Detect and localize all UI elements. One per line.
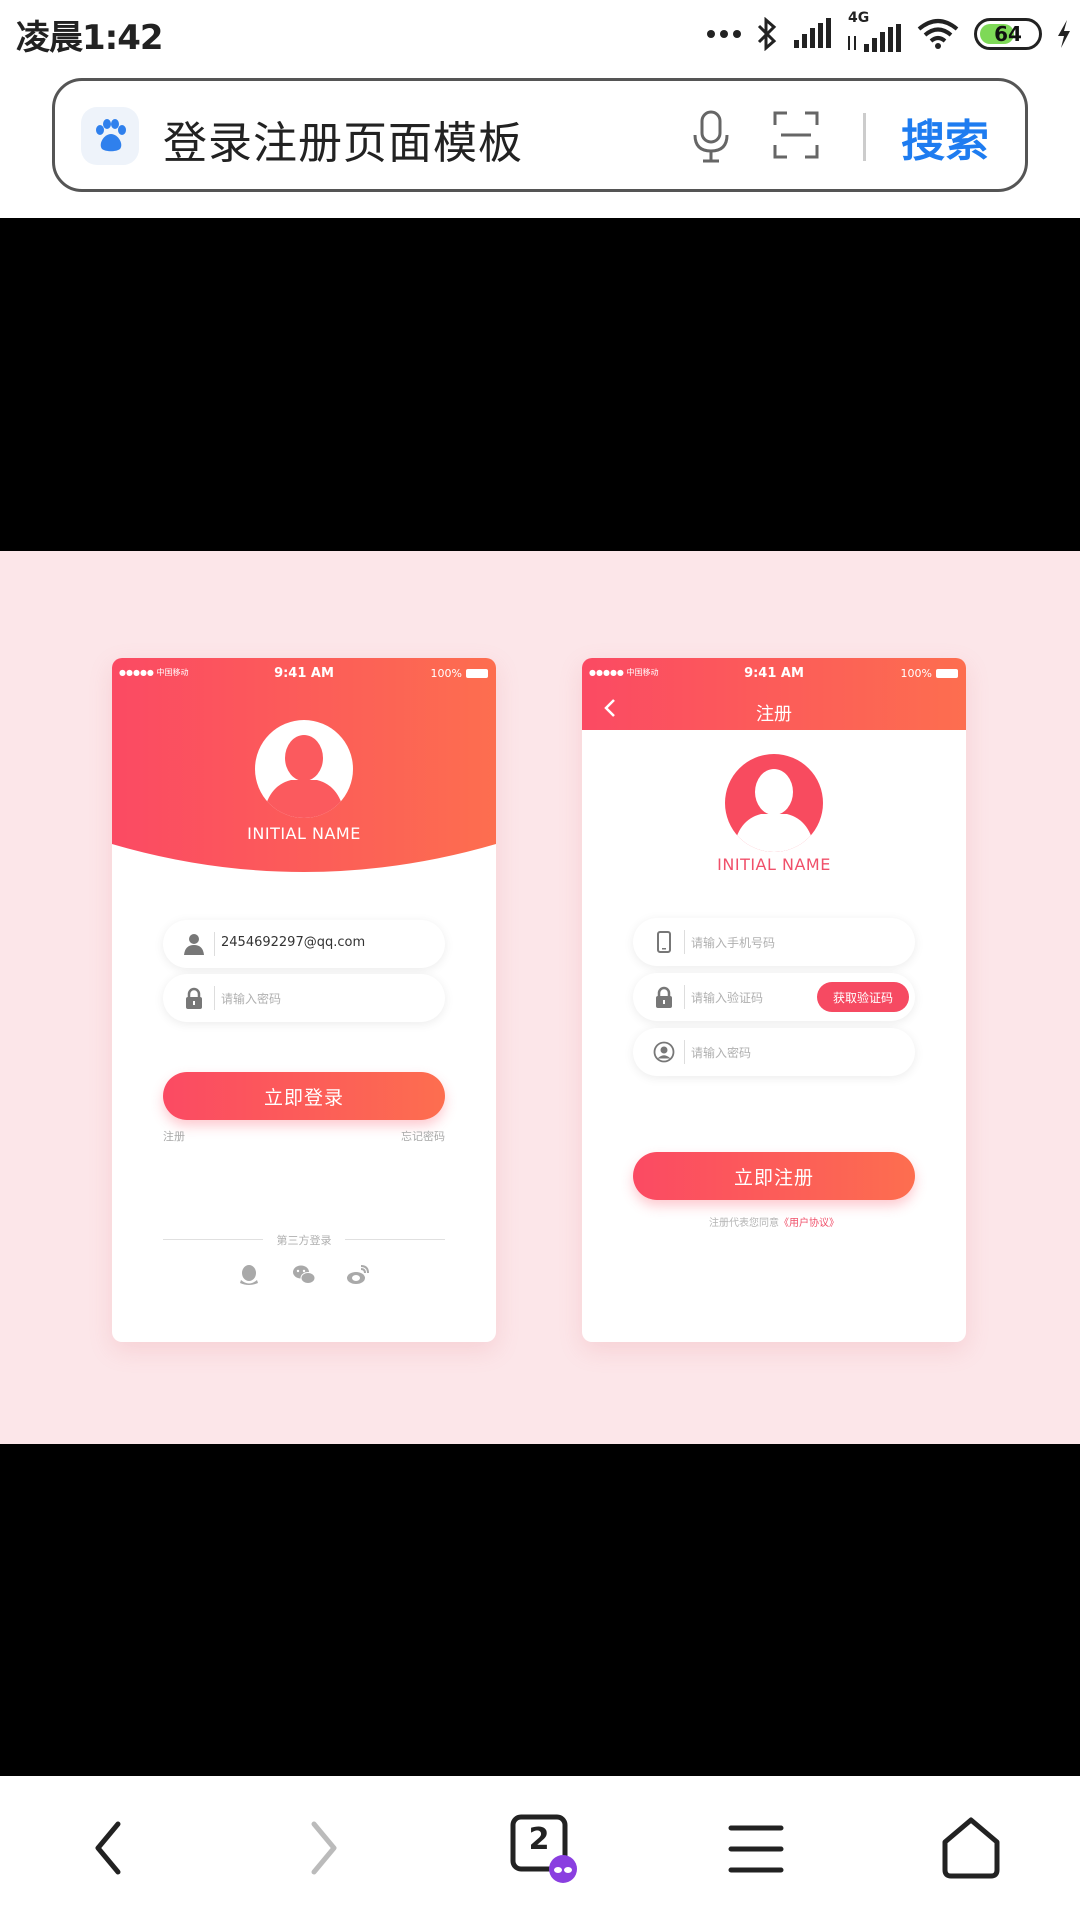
account-field[interactable]: 2454692297@qq.com <box>163 920 445 968</box>
password-field[interactable]: 请输入密码 <box>163 974 445 1022</box>
field-separator <box>214 932 215 956</box>
register-display-name: INITIAL NAME <box>717 855 831 874</box>
account-value: 2454692297@qq.com <box>221 935 366 950</box>
image-letterbox-bottom <box>0 1444 1080 1776</box>
field-separator <box>684 985 685 1009</box>
more-dots-icon <box>707 30 741 38</box>
field-separator <box>684 930 685 954</box>
back-icon[interactable] <box>92 1818 124 1878</box>
tabs-count: 2 <box>528 1822 550 1857</box>
user-agreement-link[interactable]: 《用户协议》 <box>779 1218 839 1229</box>
register-password-field[interactable]: 请输入密码 <box>633 1028 915 1076</box>
home-icon[interactable] <box>940 1816 1002 1880</box>
login-mockup: ●●●●● 中国移动 9:41 AM 100% INITIAL NAME 245… <box>112 658 496 1342</box>
register-link[interactable]: 注册 <box>163 1128 185 1144</box>
qq-icon[interactable] <box>237 1263 261 1287</box>
mock-status-bar: ●●●●● 中国移动 9:41 AM 100% <box>112 658 496 688</box>
phone-placeholder: 请输入手机号码 <box>691 936 776 950</box>
search-bar[interactable]: 登录注册页面模板 搜索 <box>52 78 1028 192</box>
get-code-button[interactable]: 获取验证码 <box>817 982 909 1012</box>
avatar-icon <box>725 754 823 852</box>
user-circle-icon <box>653 1041 675 1063</box>
code-placeholder: 请输入验证码 <box>691 991 764 1005</box>
agreement-text: 注册代表您同意《用户协议》 <box>582 1214 966 1229</box>
mock-battery-icon <box>466 669 488 678</box>
search-query[interactable]: 登录注册页面模板 <box>163 107 523 171</box>
register-mockup: ●●●●● 中国移动 9:41 AM 100% 注册 INITIAL NAME … <box>582 658 966 1342</box>
register-button[interactable]: 立即注册 <box>633 1152 915 1200</box>
forward-icon[interactable] <box>308 1818 340 1878</box>
signal-icon <box>794 18 831 48</box>
register-password-placeholder: 请输入密码 <box>691 1046 752 1060</box>
battery-indicator: 64 <box>974 18 1042 50</box>
scan-icon[interactable] <box>773 111 819 159</box>
tabs-button[interactable]: 2 <box>510 1814 577 1883</box>
register-title: 注册 <box>756 704 792 725</box>
forgot-password-link[interactable]: 忘记密码 <box>401 1128 445 1144</box>
bluetooth-icon <box>757 17 777 51</box>
weibo-icon[interactable] <box>346 1263 370 1287</box>
login-display-name: INITIAL NAME <box>247 824 361 843</box>
phone-field[interactable]: 请输入手机号码 <box>633 918 915 966</box>
signal-4g-icon: 4G <box>846 10 902 54</box>
microphone-icon[interactable] <box>691 109 731 165</box>
lock-icon <box>186 987 202 1009</box>
field-separator <box>214 986 215 1010</box>
baidu-paw-icon <box>81 107 139 165</box>
avatar-icon <box>255 720 353 818</box>
wifi-icon <box>917 19 959 49</box>
third-party-label: 第三方登录 <box>276 1234 332 1247</box>
field-separator <box>684 1040 685 1064</box>
lock-icon <box>656 986 672 1008</box>
charging-icon <box>1058 20 1070 48</box>
menu-icon[interactable] <box>728 1824 784 1874</box>
wechat-icon[interactable] <box>292 1263 316 1287</box>
bottom-navigation: 2 <box>0 1776 1080 1920</box>
password-placeholder: 请输入密码 <box>221 992 282 1006</box>
image-letterbox-top <box>0 218 1080 551</box>
phone-icon <box>657 931 671 953</box>
mock-battery-pct: 100% <box>430 667 462 680</box>
verification-code-field[interactable]: 请输入验证码 获取验证码 <box>633 973 915 1021</box>
incognito-mask-icon <box>549 1855 577 1883</box>
login-button[interactable]: 立即登录 <box>163 1072 445 1120</box>
agreement-prefix: 注册代表您同意 <box>709 1218 779 1229</box>
user-icon <box>184 934 204 955</box>
battery-level: 64 <box>994 22 1022 46</box>
mock-battery-pct: 100% <box>900 667 932 680</box>
status-time: 凌晨1:42 <box>16 18 164 58</box>
mock-status-bar: ●●●●● 中国移动 9:41 AM 100% <box>582 658 966 688</box>
search-button[interactable]: 搜索 <box>901 105 989 169</box>
mock-battery-icon <box>936 669 958 678</box>
status-icons: 4G 64 <box>706 10 1072 56</box>
status-bar: 凌晨1:42 4G 64 <box>0 0 1080 68</box>
search-divider <box>863 113 866 161</box>
